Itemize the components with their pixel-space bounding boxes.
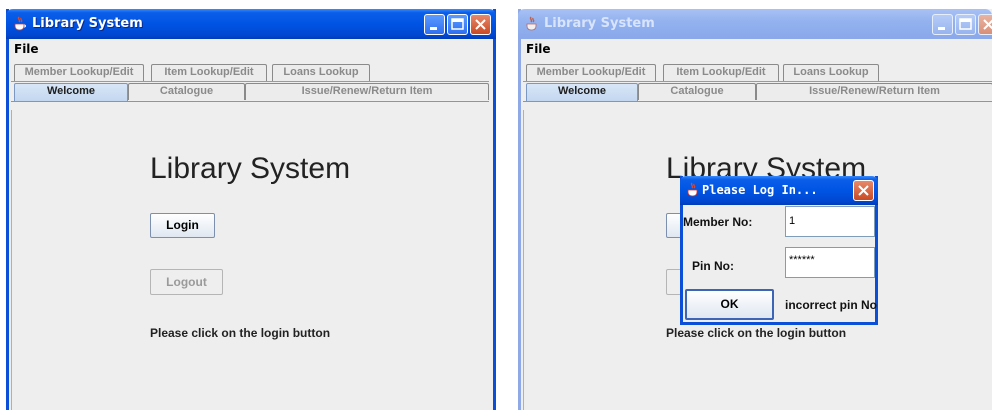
- tab-welcome[interactable]: Welcome: [526, 83, 638, 101]
- pin-no-label: Pin No:: [692, 259, 734, 273]
- menu-bar: File: [521, 39, 992, 59]
- tab-catalogue[interactable]: Catalogue: [128, 83, 245, 100]
- tab-welcome[interactable]: Welcome: [14, 83, 128, 101]
- tab-member-lookup-edit[interactable]: Member Lookup/Edit: [14, 64, 144, 81]
- minimize-icon: [430, 27, 437, 30]
- member-no-label: Member No:: [683, 215, 753, 229]
- tab-row-divider: [11, 81, 489, 82]
- maximize-icon: [959, 18, 972, 30]
- tab-content-border: [11, 101, 489, 102]
- close-icon: [475, 19, 486, 30]
- status-message: Please click on the login button: [666, 326, 847, 340]
- menu-file[interactable]: File: [526, 42, 551, 56]
- close-icon: [858, 185, 869, 196]
- dialog-title-bar[interactable]: Please Log In...: [680, 176, 878, 205]
- tab-issue-renew-return[interactable]: Issue/Renew/Return Item: [245, 83, 489, 100]
- title-bar[interactable]: Library System: [518, 9, 992, 39]
- tab-loans-lookup[interactable]: Loans Lookup: [783, 64, 879, 81]
- java-cup-icon: [525, 16, 539, 32]
- pin-no-field[interactable]: ******: [785, 247, 875, 278]
- welcome-panel: Library System Login Logout Please click…: [11, 110, 493, 410]
- login-dialog: Please Log In... Member No: 1 Pin No: **…: [680, 176, 878, 325]
- menu-file[interactable]: File: [14, 42, 39, 56]
- logout-button[interactable]: Logout: [150, 269, 223, 295]
- window-title: Library System: [544, 16, 655, 31]
- close-button[interactable]: [470, 14, 491, 35]
- tab-content-border: [523, 101, 992, 102]
- maximize-button[interactable]: [447, 14, 468, 35]
- maximize-icon: [451, 18, 464, 30]
- tab-issue-renew-return[interactable]: Issue/Renew/Return Item: [756, 83, 992, 100]
- tab-member-lookup-edit[interactable]: Member Lookup/Edit: [526, 64, 656, 81]
- close-button[interactable]: [978, 14, 992, 35]
- tab-loans-lookup[interactable]: Loans Lookup: [272, 64, 370, 81]
- minimize-icon: [938, 27, 945, 30]
- window-title: Library System: [32, 16, 143, 31]
- page-title: Library System: [150, 152, 351, 185]
- tab-row-divider: [523, 81, 992, 82]
- title-bar[interactable]: Library System: [6, 9, 496, 39]
- minimize-button[interactable]: [932, 14, 953, 35]
- dialog-close-button[interactable]: [853, 180, 874, 201]
- tab-item-lookup-edit[interactable]: Item Lookup/Edit: [663, 64, 779, 81]
- library-window-main: Library System File Member Lookup/Edit I…: [6, 9, 496, 410]
- minimize-button[interactable]: [424, 14, 445, 35]
- tab-catalogue[interactable]: Catalogue: [638, 83, 756, 100]
- tab-item-lookup-edit[interactable]: Item Lookup/Edit: [151, 64, 267, 81]
- java-cup-icon: [686, 182, 700, 198]
- maximize-button[interactable]: [955, 14, 976, 35]
- menu-bar: File: [9, 39, 493, 59]
- status-message: Please click on the login button: [150, 326, 331, 340]
- error-message: incorrect pin No: [785, 298, 878, 312]
- login-button[interactable]: Login: [150, 213, 215, 238]
- member-no-field[interactable]: 1: [785, 206, 875, 237]
- dialog-title: Please Log In...: [702, 183, 818, 197]
- close-icon: [983, 19, 992, 30]
- java-cup-icon: [13, 16, 27, 32]
- ok-button[interactable]: OK: [685, 289, 774, 320]
